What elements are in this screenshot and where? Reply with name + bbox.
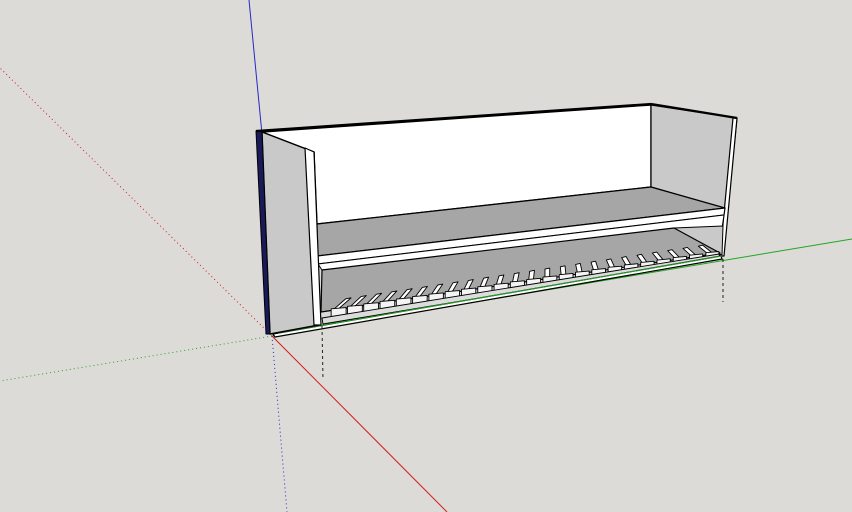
red-axis-negative: [0, 67, 273, 337]
blue-axis-negative: [271, 335, 288, 512]
cabinet-model[interactable]: [255, 102, 738, 338]
blue-axis-positive: [248, 0, 263, 135]
red-axis-positive: [271, 335, 448, 512]
green-axis-negative: [0, 335, 273, 382]
scene-canvas[interactable]: [0, 0, 852, 512]
guide-left: [321, 325, 324, 381]
modeling-viewport[interactable]: [0, 0, 852, 512]
